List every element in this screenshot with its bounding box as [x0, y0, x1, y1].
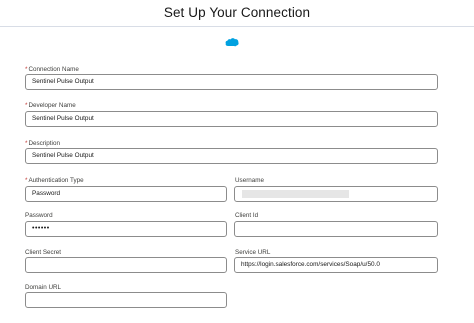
salesforce-cloud-icon — [225, 38, 239, 47]
client-secret-label: Client Secret — [25, 249, 62, 256]
password-label: Password — [25, 212, 53, 219]
domain-url-label: Domain URL — [25, 284, 62, 291]
developer-name-field[interactable]: Sentinel Pulse Output — [25, 111, 438, 127]
connection-name-field[interactable]: Sentinel Pulse Output — [25, 74, 438, 90]
developer-name-label: *Developer Name — [25, 102, 76, 109]
service-url-label: Service URL — [235, 249, 271, 256]
description-field[interactable]: Sentinel Pulse Output — [25, 148, 438, 164]
redacted-username-bar — [242, 190, 349, 198]
service-url-field[interactable]: https://login.salesforce.com/services/So… — [234, 257, 438, 273]
password-field[interactable]: •••••• — [25, 221, 227, 237]
client-secret-field[interactable] — [25, 257, 227, 273]
connection-name-label: *Connection Name — [25, 66, 79, 73]
authentication-type-select[interactable]: Password — [25, 186, 227, 202]
authentication-type-label: *Authentication Type — [25, 177, 84, 184]
domain-url-field[interactable] — [25, 292, 227, 308]
page-title: Set Up Your Connection — [163, 5, 311, 20]
header: Set Up Your Connection — [0, 0, 474, 27]
client-id-field[interactable] — [234, 221, 438, 237]
username-field[interactable] — [234, 186, 438, 202]
description-label: *Description — [25, 140, 60, 147]
client-id-label: Client Id — [235, 212, 259, 219]
username-label: Username — [235, 177, 265, 184]
